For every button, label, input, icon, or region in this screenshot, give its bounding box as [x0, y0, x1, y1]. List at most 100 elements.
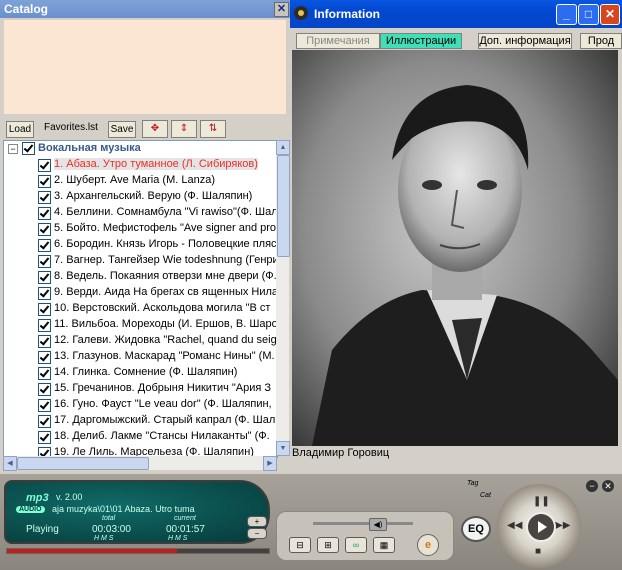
- item-checkbox[interactable]: [38, 223, 51, 236]
- close-icon[interactable]: ✕: [600, 4, 620, 25]
- grid-icon[interactable]: ▦: [373, 537, 395, 553]
- repeat-icon[interactable]: ∞: [345, 537, 367, 553]
- item-checkbox[interactable]: [38, 191, 51, 204]
- tree-horizontal-scrollbar[interactable]: ◀ ▶: [3, 456, 277, 471]
- seek-bar[interactable]: [6, 548, 270, 554]
- button-panel: ◀) ⊟ ⊞ ∞ ▦ e: [276, 511, 454, 561]
- item-checkbox[interactable]: [38, 239, 51, 252]
- save-button[interactable]: Save: [108, 121, 136, 138]
- move-updown-icon[interactable]: ⇕: [171, 120, 197, 138]
- minimize-icon[interactable]: _: [556, 4, 577, 25]
- pause-icon[interactable]: ❚❚: [533, 496, 550, 507]
- playlist-item-label: 13. Глазунов. Маскарад "Романс Нины" (М.: [54, 350, 275, 362]
- scroll-left-icon[interactable]: ◀: [3, 456, 17, 471]
- playlist-tree[interactable]: − Вокальная музыка 1. Абаза. Утро туманн…: [3, 140, 278, 458]
- horizontal-scroll-thumb[interactable]: [17, 457, 149, 470]
- tab-notes[interactable]: Примечания: [296, 33, 380, 49]
- tab-illustrations[interactable]: Иллюстрации: [380, 33, 462, 49]
- browser-icon[interactable]: e: [417, 534, 439, 556]
- stop-icon[interactable]: ■: [535, 546, 541, 557]
- tab-more[interactable]: Прод: [580, 33, 622, 49]
- root-checkbox[interactable]: [22, 142, 35, 155]
- audio-badge: AUDIO: [16, 506, 45, 513]
- vertical-scroll-thumb[interactable]: [277, 155, 290, 257]
- tree-vertical-scrollbar[interactable]: ▲ ▼: [276, 140, 290, 456]
- volume-up-icon[interactable]: +: [247, 516, 267, 527]
- scroll-right-icon[interactable]: ▶: [263, 456, 277, 471]
- playlist-item[interactable]: 15. Гречанинов. Добрыня Никитич "Ария З: [4, 381, 277, 397]
- previous-icon[interactable]: ◀◀: [507, 520, 522, 531]
- collapse-icon[interactable]: −: [8, 144, 18, 154]
- item-checkbox[interactable]: [38, 351, 51, 364]
- item-checkbox[interactable]: [38, 207, 51, 220]
- playlist-item[interactable]: 6. Бородин. Князь Игорь - Половецкие пля…: [4, 237, 277, 253]
- track-name: aja muzyka\01\01 Abaza. Utro tuma: [52, 504, 195, 514]
- maximize-icon[interactable]: □: [578, 4, 599, 25]
- item-checkbox[interactable]: [38, 383, 51, 396]
- playlist-item[interactable]: 10. Верстовский. Аскольдова могила "В ст: [4, 301, 277, 317]
- item-checkbox[interactable]: [38, 175, 51, 188]
- playlist-item-label: 17. Даргомыжский. Старый капрал (Ф. Шал: [54, 414, 276, 426]
- information-titlebar[interactable]: Information _ □ ✕: [290, 0, 622, 28]
- playlist-item-label: 9. Верди. Аида На брегах св ященных Нила: [54, 286, 278, 298]
- playlist-item[interactable]: 7. Вагнер. Тангейзер Wie todeshnung (Ген…: [4, 253, 277, 269]
- item-checkbox[interactable]: [38, 159, 51, 172]
- playlist-item[interactable]: 12. Галеви. Жидовка "Rachel, quand du se…: [4, 333, 277, 349]
- sort-icon[interactable]: ⇅: [200, 120, 226, 138]
- cat-icon[interactable]: Cat: [480, 492, 500, 502]
- speaker-icon[interactable]: ◀): [369, 518, 387, 531]
- playlist-icon[interactable]: ⊞: [317, 537, 339, 553]
- item-checkbox[interactable]: [38, 399, 51, 412]
- catalog-close-icon[interactable]: ✕: [274, 2, 289, 17]
- volume-slider[interactable]: [313, 522, 413, 525]
- move-all-icon[interactable]: ✥: [142, 120, 168, 138]
- playlist-item[interactable]: 9. Верди. Аида На брегах св ященных Нила: [4, 285, 277, 301]
- catalog-window: Catalog ✕ Load Favorites.lst Save ✥ ⇕ ⇅ …: [0, 0, 290, 474]
- playlist-item[interactable]: 16. Гуно. Фауст "Le veau dor" (Ф. Шаляпи…: [4, 397, 277, 413]
- load-button[interactable]: Load: [6, 121, 34, 138]
- catalog-title: Catalog: [4, 2, 49, 16]
- playlist-item-label: 14. Глинка. Сомнение (Ф. Шаляпин): [54, 366, 238, 378]
- app-logo-icon: [293, 5, 309, 21]
- player-display: mp3 v. 2.00 AUDIO aja muzyka\01\01 Abaza…: [4, 480, 270, 544]
- item-checkbox[interactable]: [38, 271, 51, 284]
- playlist-item[interactable]: 18. Делиб. Лакме "Стансы Нилаканты" (Ф.: [4, 429, 277, 445]
- eq-button[interactable]: EQ: [461, 516, 491, 542]
- catalog-titlebar[interactable]: Catalog ✕: [0, 0, 290, 18]
- open-folder-icon[interactable]: ⊟: [289, 537, 311, 553]
- tab-extra-info[interactable]: Доп. информация: [478, 33, 572, 49]
- playlist-item[interactable]: 14. Глинка. Сомнение (Ф. Шаляпин): [4, 365, 277, 381]
- play-button[interactable]: [526, 512, 556, 542]
- item-checkbox[interactable]: [38, 287, 51, 300]
- playlist-item[interactable]: 4. Беллини. Сомнамбула "Vi rawiso"(Ф. Ша…: [4, 205, 277, 221]
- item-checkbox[interactable]: [38, 303, 51, 316]
- scroll-up-icon[interactable]: ▲: [276, 140, 290, 155]
- playlist-item[interactable]: 5. Бойто. Мефистофель "Ave signer and pr…: [4, 221, 277, 237]
- item-checkbox[interactable]: [38, 319, 51, 332]
- item-checkbox[interactable]: [38, 367, 51, 380]
- next-icon[interactable]: ▶▶: [555, 520, 570, 531]
- information-window: Information _ □ ✕ Примечания Иллюстрации…: [290, 0, 622, 474]
- volume-down-icon[interactable]: −: [247, 528, 267, 539]
- playlist-item[interactable]: 8. Ведель. Покаяния отверзи мне двери (Ф…: [4, 269, 277, 285]
- playlist-item-label: 18. Делиб. Лакме "Стансы Нилаканты" (Ф.: [54, 430, 270, 442]
- playlist-item[interactable]: 2. Шуберт. Ave Maria (M. Lanza): [4, 173, 277, 189]
- item-checkbox[interactable]: [38, 431, 51, 444]
- playlist-item[interactable]: 13. Глазунов. Маскарад "Романс Нины" (М.: [4, 349, 277, 365]
- item-checkbox[interactable]: [38, 335, 51, 348]
- playlist-item-label: 3. Архангельский. Верую (Ф. Шаляпин): [54, 190, 253, 202]
- playlist-item[interactable]: 11. Вильбоа. Мореходы (И. Ершов, В. Шаро: [4, 317, 277, 333]
- tag-icon[interactable]: Tag: [467, 480, 487, 490]
- playlist-item-label: 5. Бойто. Мефистофель "Ave signer and pr…: [54, 222, 277, 234]
- playlist-item[interactable]: 3. Архангельский. Верую (Ф. Шаляпин): [4, 189, 277, 205]
- tree-root-row[interactable]: − Вокальная музыка: [4, 141, 277, 157]
- item-checkbox[interactable]: [38, 255, 51, 268]
- scroll-down-icon[interactable]: ▼: [276, 441, 290, 456]
- player-close-icon[interactable]: ✕: [602, 480, 614, 492]
- playlist-item[interactable]: 1. Абаза. Утро туманное (Л. Сибиряков): [4, 157, 277, 173]
- playlist-item[interactable]: 17. Даргомыжский. Старый капрал (Ф. Шал: [4, 413, 277, 429]
- playlist-item-label: 6. Бородин. Князь Игорь - Половецкие пля…: [54, 238, 278, 250]
- player-minimize-icon[interactable]: −: [586, 480, 598, 492]
- total-time: 00:03:00: [92, 524, 131, 535]
- item-checkbox[interactable]: [38, 415, 51, 428]
